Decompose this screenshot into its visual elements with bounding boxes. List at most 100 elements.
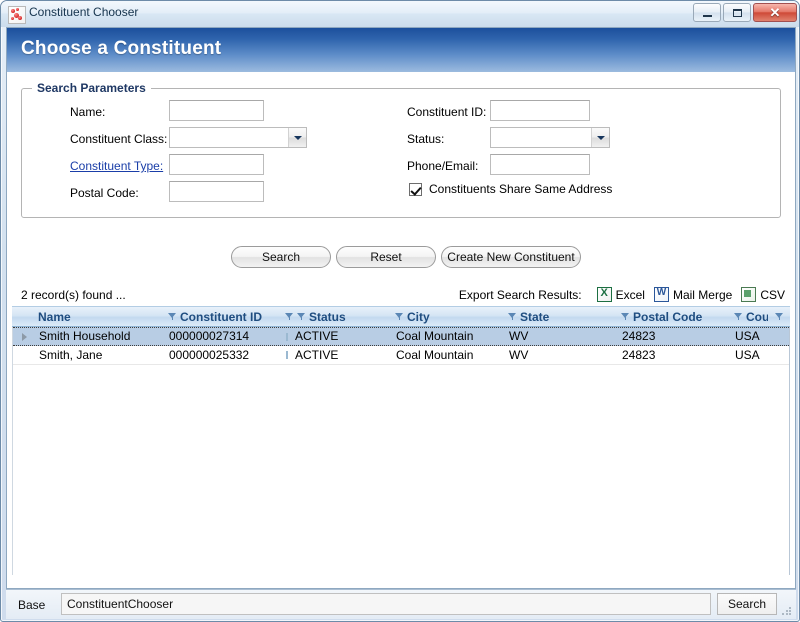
grid-column-header-label: Status [309,309,346,324]
grid-column-header-constituent-id[interactable]: Constituent ID [164,307,281,326]
resize-grip[interactable] [781,605,793,617]
app-dots-icon [8,6,26,24]
status-bar-label: Base [18,598,46,612]
share-same-address-checkbox[interactable] [409,182,422,196]
filter-icon[interactable] [285,312,294,321]
table-cell-constituent-id[interactable]: 000000025332 [165,347,282,364]
grid-column-header-label: Country [746,309,768,324]
results-grid: Name Constituent ID Status City State Postal … [12,306,790,575]
grid-body: Smith Household 000000027314 ACTIVE Coal Mo… [12,327,790,575]
records-found-text: 2 record(s) found ... [21,288,126,302]
row-selector[interactable] [13,327,35,346]
row-selector[interactable] [13,346,35,365]
filter-icon[interactable] [774,312,784,321]
table-cell-constituent-id[interactable]: 000000027314 [165,328,282,345]
table-cell-status[interactable]: ACTIVE [282,328,392,345]
grid-column-header-label: Constituent ID [180,309,262,324]
grid-column-header-status[interactable]: Status [281,307,391,326]
table-cell-state[interactable]: WV [505,328,618,345]
maximize-icon [732,8,742,17]
current-row-arrow-icon [21,332,27,341]
close-button[interactable]: ✕ [753,3,797,22]
grid-header-row: Name Constituent ID Status City State Postal … [12,306,790,327]
excel-icon [596,287,612,302]
table-row[interactable]: Smith Household 000000027314 ACTIVE Coal Mo… [13,327,789,346]
constituent-class-combo[interactable] [169,127,307,148]
status-bar-field[interactable]: ConstituentChooser [61,593,711,615]
constituent-id-input[interactable] [490,100,590,121]
table-cell-country[interactable]: USA [731,328,789,345]
phone-email-input[interactable] [490,154,590,175]
table-cell-state[interactable]: WV [505,347,618,364]
chevron-down-icon[interactable] [591,128,609,147]
export-excel-label: Excel [615,287,645,302]
status-indicator-icon [286,332,288,341]
maximize-button[interactable] [723,3,751,22]
grid-column-header-state[interactable]: State [504,307,617,326]
minimize-button[interactable] [693,3,721,22]
share-same-address-label: Constituents Share Same Address [429,182,613,196]
grid-column-header-country[interactable]: Country [730,307,768,326]
status-bar-search-button[interactable]: Search [717,593,777,615]
table-cell-city[interactable]: Coal Mountain [392,328,505,345]
application-window: Constituent Chooser ✕ Choose a Constitue… [0,0,800,622]
label-constituent-id: Constituent ID: [407,105,487,119]
search-parameters-legend: Search Parameters [32,81,151,95]
grid-column-header-label: State [520,309,550,324]
create-new-constituent-button[interactable]: Create New Constituent [441,246,581,268]
minimize-icon [702,15,712,17]
close-icon: ✕ [769,5,781,20]
filter-icon[interactable] [395,312,404,321]
search-button[interactable]: Search [231,246,331,268]
grid-column-header-label: City [407,309,430,324]
status-combo[interactable] [490,127,610,148]
table-cell-postal-code[interactable]: 24823 [618,328,731,345]
name-input[interactable] [169,100,264,121]
label-name: Name: [70,105,106,119]
search-parameters-group: Search Parameters Name: Constituent Clas… [21,81,781,218]
export-excel-button[interactable]: Excel [596,287,645,302]
table-cell-postal-code[interactable]: 24823 [618,347,731,364]
grid-column-header-postal-code[interactable]: Postal Code [617,307,730,326]
label-phone-email: Phone/Email: [407,159,479,173]
table-cell-text: ACTIVE [295,329,339,343]
page-banner: Choose a Constituent [7,28,795,73]
export-search-results-bar: Export Search Results: Excel Mail Merge … [459,287,785,302]
page-title: Choose a Constituent [21,38,222,59]
grid-filter-toggle[interactable] [768,307,790,326]
filter-icon[interactable] [734,312,743,321]
filter-icon[interactable] [508,312,517,321]
window-title: Constituent Chooser [29,5,139,19]
table-cell-text: ACTIVE [295,347,339,362]
export-mail-merge-button[interactable]: Mail Merge [653,287,733,302]
constituent-type-input[interactable] [169,154,264,175]
chevron-down-icon[interactable] [288,128,306,147]
status-bar: Base ConstituentChooser Search [6,589,796,619]
export-mail-merge-label: Mail Merge [672,287,733,302]
label-constituent-type-link[interactable]: Constituent Type: [70,159,163,173]
table-cell-name[interactable]: Smith, Jane [35,347,165,364]
csv-icon [741,287,757,302]
reset-button[interactable]: Reset [336,246,436,268]
postal-code-input[interactable] [169,181,264,202]
share-same-address-checkbox-row[interactable]: Constituents Share Same Address [409,182,612,196]
grid-column-header-name[interactable]: Name [34,307,164,326]
word-icon [653,287,669,302]
export-csv-label: CSV [760,287,785,302]
label-postal-code: Postal Code: [70,186,139,200]
table-cell-country[interactable]: USA [731,347,789,364]
grid-column-header-label: Name [38,309,71,324]
export-csv-button[interactable]: CSV [741,287,785,302]
window-controls: ✕ [691,3,797,22]
table-row[interactable]: Smith, Jane 000000025332 ACTIVE Coal Mounta… [13,346,789,365]
filter-icon[interactable] [621,312,630,321]
filter-icon[interactable] [168,312,177,321]
grid-column-header-city[interactable]: City [391,307,504,326]
table-cell-city[interactable]: Coal Mountain [392,347,505,364]
table-cell-name[interactable]: Smith Household [35,328,165,345]
label-status: Status: [407,132,445,146]
filter-icon[interactable] [297,312,306,321]
label-constituent-class: Constituent Class: [70,132,168,146]
table-cell-status[interactable]: ACTIVE [282,347,392,364]
title-bar: Constituent Chooser ✕ [1,1,799,27]
